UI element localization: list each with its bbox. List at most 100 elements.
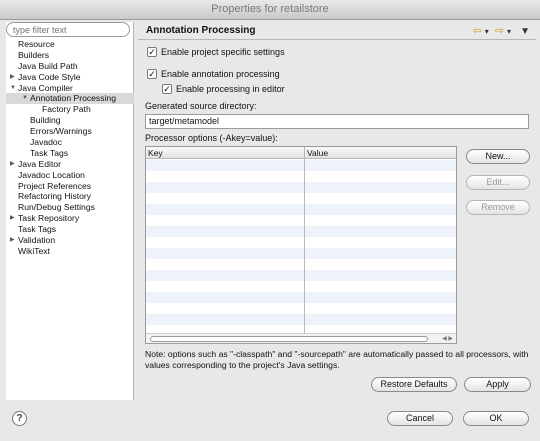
column-header-key[interactable]: Key <box>146 147 163 159</box>
table-row[interactable] <box>146 270 456 281</box>
page-header: Annotation Processing ⇦ ▾ ⇨ ▾ ▼ <box>138 22 536 40</box>
sidebar-item-label: Annotation Processing <box>30 93 116 104</box>
view-menu-icon[interactable]: ▼ <box>520 26 530 37</box>
collapse-triangle-icon[interactable]: ▶ <box>10 72 15 83</box>
generated-source-input[interactable]: target/metamodel <box>145 114 529 129</box>
collapse-triangle-icon[interactable]: ▶ <box>10 235 15 246</box>
window-title: Properties for retailstore <box>0 0 540 20</box>
sidebar-item-label: Javadoc Location <box>18 169 85 180</box>
sidebar-item[interactable]: ▶ Java Code Style <box>6 72 134 83</box>
table-row[interactable] <box>146 226 456 237</box>
enable-annotation-processing-label: Enable annotation processing <box>161 69 280 79</box>
table-row[interactable] <box>146 193 456 204</box>
back-dropdown-icon[interactable]: ▾ <box>485 27 489 36</box>
sidebar-item-label: Factory Path <box>42 104 91 115</box>
scrollbar-thumb[interactable] <box>150 336 428 342</box>
enable-annotation-processing-row[interactable]: ✓ Enable annotation processing <box>147 68 280 80</box>
table-row[interactable] <box>146 160 456 171</box>
nav-icons: ⇦ ▾ ⇨ ▾ ▼ <box>470 24 531 37</box>
enable-processing-in-editor-checkbox[interactable]: ✓ <box>162 83 172 94</box>
page-title: Annotation Processing <box>146 25 256 36</box>
processor-options-label: Processor options (-Akey=value): <box>145 133 278 143</box>
table-row[interactable] <box>146 248 456 259</box>
table-row[interactable] <box>146 314 456 325</box>
sidebar-item[interactable]: Javadoc Location <box>6 170 134 181</box>
sidebar-item[interactable]: Builders <box>6 50 134 61</box>
cancel-button[interactable]: Cancel <box>387 411 453 426</box>
sidebar-item[interactable]: Project References <box>6 181 134 192</box>
sidebar-item[interactable]: Run/Debug Settings <box>6 202 134 213</box>
sidebar-item[interactable]: ▶ Task Repository <box>6 213 134 224</box>
restore-defaults-button[interactable]: Restore Defaults <box>371 377 457 392</box>
preferences-tree: Resource Builders Java Build Path ▶ Java Cod… <box>6 39 134 257</box>
sidebar-item-label: Run/Debug Settings <box>18 202 95 213</box>
forward-dropdown-icon[interactable]: ▾ <box>507 27 511 36</box>
filter-input[interactable] <box>6 22 130 37</box>
sidebar-item-label: Task Tags <box>30 147 69 158</box>
column-header-value[interactable]: Value <box>305 147 328 159</box>
sidebar-item[interactable]: WikiText <box>6 246 134 257</box>
sidebar-item[interactable]: Refactoring History <box>6 191 134 202</box>
scroll-arrows-icon[interactable]: ◀ ▶ <box>442 334 453 343</box>
edit-button[interactable]: Edit... <box>466 175 530 190</box>
sidebar-item[interactable]: Factory Path <box>6 104 134 115</box>
remove-button[interactable]: Remove <box>466 200 530 215</box>
table-row[interactable] <box>146 259 456 270</box>
sidebar-item[interactable]: Building <box>6 115 134 126</box>
sidebar-item-label: Java Editor <box>18 158 61 169</box>
help-icon[interactable]: ? <box>12 411 27 426</box>
table-row[interactable] <box>146 303 456 314</box>
expand-triangle-icon[interactable]: ▼ <box>10 83 16 94</box>
sidebar-item[interactable]: Java Build Path <box>6 61 134 72</box>
collapse-triangle-icon[interactable]: ▶ <box>10 159 15 170</box>
sidebar-item[interactable]: Errors/Warnings <box>6 126 134 137</box>
sidebar-item[interactable]: ▼ Java Compiler <box>6 83 134 94</box>
sidebar-item-label: Task Repository <box>18 213 80 224</box>
table-row[interactable] <box>146 204 456 215</box>
sidebar-item-label: Java Build Path <box>18 60 78 71</box>
sidebar-item-label: Javadoc <box>30 137 63 148</box>
main-panel: Annotation Processing ⇦ ▾ ⇨ ▾ ▼ ✓ Enable pr… <box>138 22 536 400</box>
sidebar-item-label: Refactoring History <box>18 191 92 202</box>
column-separator <box>304 147 305 343</box>
ok-button[interactable]: OK <box>463 411 529 426</box>
table-row[interactable] <box>146 281 456 292</box>
sidebar-item-label: Builders <box>18 49 50 60</box>
sidebar-item[interactable]: ▼ Annotation Processing <box>6 93 134 105</box>
sidebar-item-label: Validation <box>18 235 56 246</box>
enable-processing-in-editor-label: Enable processing in editor <box>176 84 285 94</box>
sidebar-item[interactable]: Javadoc <box>6 137 134 148</box>
enable-project-specific-checkbox[interactable]: ✓ <box>147 46 157 57</box>
sidebar-item[interactable]: Task Tags <box>6 224 134 235</box>
table-row[interactable] <box>146 182 456 193</box>
sidebar-item[interactable]: Resource <box>6 39 134 50</box>
table-row[interactable] <box>146 237 456 248</box>
table-row[interactable] <box>146 292 456 303</box>
expand-triangle-icon[interactable]: ▼ <box>22 93 28 104</box>
enable-project-specific-label: Enable project specific settings <box>161 47 285 57</box>
table-row[interactable] <box>146 171 456 182</box>
sidebar-item-label: Project References <box>18 180 92 191</box>
forward-arrow-icon[interactable]: ⇨ <box>495 25 504 37</box>
sidebar-item-label: Building <box>30 115 61 126</box>
horizontal-scrollbar[interactable]: ◀ ▶ <box>146 333 456 343</box>
sidebar: ResourceBuildersJava Build Path▶Java Cod… <box>6 22 134 400</box>
sidebar-item[interactable]: ▶ Java Editor <box>6 159 134 170</box>
sidebar-item-label: Java Code Style <box>18 71 81 82</box>
processor-options-table[interactable]: Key Value ◀ ▶ <box>145 146 457 344</box>
sidebar-item[interactable]: Task Tags <box>6 148 134 159</box>
table-row[interactable] <box>146 215 456 226</box>
sidebar-item-label: Resource <box>18 39 55 49</box>
sidebar-item-label: WikiText <box>18 245 50 256</box>
enable-processing-in-editor-row[interactable]: ✓ Enable processing in editor <box>162 83 285 95</box>
table-header: Key Value <box>146 147 456 159</box>
enable-annotation-processing-checkbox[interactable]: ✓ <box>147 68 157 79</box>
collapse-triangle-icon[interactable]: ▶ <box>10 213 15 224</box>
new-button[interactable]: New... <box>466 149 530 164</box>
sidebar-item[interactable]: ▶ Validation <box>6 235 134 246</box>
sidebar-item-label: Errors/Warnings <box>30 126 92 137</box>
back-arrow-icon[interactable]: ⇦ <box>473 25 482 37</box>
sidebar-item-label: Java Compiler <box>18 82 73 93</box>
apply-button[interactable]: Apply <box>464 377 531 392</box>
enable-project-specific-row[interactable]: ✓ Enable project specific settings <box>147 46 285 58</box>
